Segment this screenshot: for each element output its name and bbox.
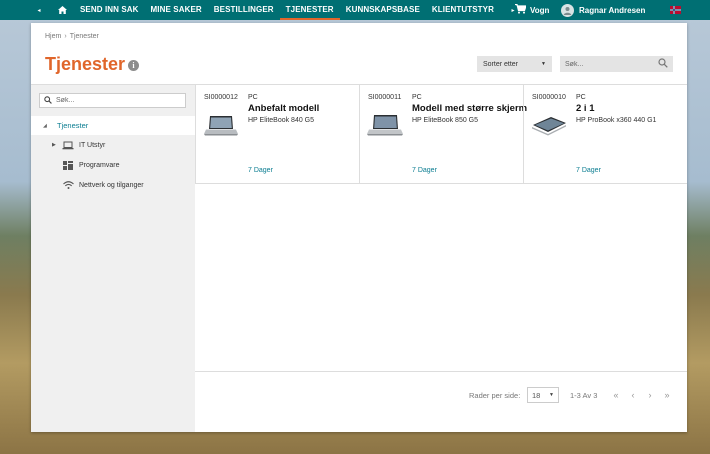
tree-item-programvare[interactable]: Programvare xyxy=(31,156,195,174)
sidebar: ◢ Tjenester ▶ IT Utstyr Programvare Nett… xyxy=(31,84,195,432)
tree-label: IT Utstyr xyxy=(79,141,106,149)
rows-per-page-value: 18 xyxy=(532,390,541,400)
service-title: Modell med større skjerm xyxy=(412,103,528,114)
nav-prev-arrow-icon[interactable]: ◂ xyxy=(32,7,46,14)
cart-button[interactable]: Vogn xyxy=(515,0,549,20)
service-title: Anbefalt modell xyxy=(248,103,320,114)
service-cards: SI0000012 PC Anbefalt modell HP EliteBoo… xyxy=(195,84,687,184)
breadcrumb: Hjem › Tjenester xyxy=(45,33,99,40)
caret-down-icon: ▼ xyxy=(541,61,546,67)
tree-label: Nettverk og tilganger xyxy=(79,181,144,189)
avatar xyxy=(561,3,574,17)
caret-down-icon: ▼ xyxy=(549,392,554,398)
service-id: SI0000011 xyxy=(368,94,402,101)
tree-item-it-utstyr[interactable]: ▶ IT Utstyr xyxy=(31,136,195,154)
search-icon[interactable] xyxy=(658,58,668,70)
page-title: Tjenester xyxy=(45,54,126,74)
nav-item-bestillinger[interactable]: BESTILLINGER xyxy=(208,0,280,20)
service-card[interactable]: SI0000012 PC Anbefalt modell HP EliteBoo… xyxy=(195,85,359,184)
laptop-image xyxy=(367,115,403,136)
triangle-down-icon[interactable]: ◢ xyxy=(43,123,53,129)
service-category: PC xyxy=(248,94,258,101)
sort-dropdown[interactable]: Sorter etter ▼ xyxy=(477,56,552,72)
first-page-button[interactable]: « xyxy=(609,388,623,402)
pagination-footer: Rader per side: 18 ▼ 1-3 Av 3 « ‹ › » xyxy=(195,371,687,432)
service-model: HP ProBook x360 440 G1 xyxy=(576,117,657,124)
nav-item-mine-saker[interactable]: MINE SAKER xyxy=(145,0,208,20)
tree-label: Tjenester xyxy=(57,121,89,130)
triangle-right-icon[interactable]: ▶ xyxy=(52,142,60,148)
service-card[interactable]: SI0000010 PC 2 i 1 HP ProBook x360 440 G… xyxy=(523,85,687,184)
tree-label: Programvare xyxy=(79,161,120,169)
last-page-button[interactable]: » xyxy=(660,388,674,402)
user-name: Ragnar Andresen xyxy=(579,5,646,15)
search-icon xyxy=(44,95,52,106)
laptop-image xyxy=(204,116,238,136)
service-duration: 7 Dager xyxy=(576,167,601,174)
nav-item-send-inn-sak[interactable]: SEND INN SAK xyxy=(74,0,145,20)
tree-item-nettverk[interactable]: Nettverk og tilganger xyxy=(31,176,195,194)
rows-per-page-label: Rader per side: xyxy=(469,391,521,400)
top-search-box xyxy=(560,56,673,72)
service-title: 2 i 1 xyxy=(576,103,595,114)
service-id: SI0000012 xyxy=(204,94,238,101)
breadcrumb-home[interactable]: Hjem xyxy=(45,33,61,40)
rows-per-page-select[interactable]: 18 ▼ xyxy=(527,387,559,403)
cart-label: Vogn xyxy=(530,5,550,15)
main-panel: Hjem › Tjenester Tjenester i Sorter ette… xyxy=(31,23,687,432)
norway-flag-icon[interactable] xyxy=(670,6,681,14)
info-icon[interactable]: i xyxy=(128,60,139,71)
page-range: 1-3 Av 3 xyxy=(570,391,598,400)
user-menu[interactable]: Ragnar Andresen xyxy=(561,0,645,20)
sort-label: Sorter etter xyxy=(483,60,519,68)
chevron-right-icon: › xyxy=(64,33,67,40)
breadcrumb-current: Tjenester xyxy=(69,33,99,40)
sidebar-search-input[interactable] xyxy=(56,97,181,104)
top-search-input[interactable] xyxy=(565,60,658,68)
service-duration: 7 Dager xyxy=(248,167,273,174)
service-model: HP EliteBook 850 G5 xyxy=(412,117,479,124)
sidebar-search-box xyxy=(39,93,186,108)
laptop-icon xyxy=(62,140,74,150)
next-page-button[interactable]: › xyxy=(643,388,657,402)
service-model: HP EliteBook 840 G5 xyxy=(248,117,315,124)
service-id: SI0000010 xyxy=(532,94,566,101)
service-category: PC xyxy=(412,94,422,101)
nav-item-tjenester[interactable]: TJENESTER xyxy=(279,0,340,20)
service-duration: 7 Dager xyxy=(412,167,437,174)
top-navigation: ◂ SEND INN SAK MINE SAKER BESTILLINGER T… xyxy=(0,0,710,20)
home-icon[interactable] xyxy=(54,4,70,16)
cart-icon xyxy=(515,3,527,16)
laptop-image xyxy=(532,117,566,136)
tree-item-tjenester[interactable]: ◢ Tjenester xyxy=(31,116,195,135)
wifi-icon xyxy=(62,180,74,190)
service-category: PC xyxy=(576,94,586,101)
nav-item-klientutstyr[interactable]: KLIENTUTSTYR xyxy=(426,0,500,20)
service-card[interactable]: SI0000011 PC Modell med større skjerm HP… xyxy=(359,85,527,184)
software-icon xyxy=(62,160,74,170)
nav-item-kunnskapsbase[interactable]: KUNNSKAPSBASE xyxy=(340,0,426,20)
prev-page-button[interactable]: ‹ xyxy=(626,388,640,402)
